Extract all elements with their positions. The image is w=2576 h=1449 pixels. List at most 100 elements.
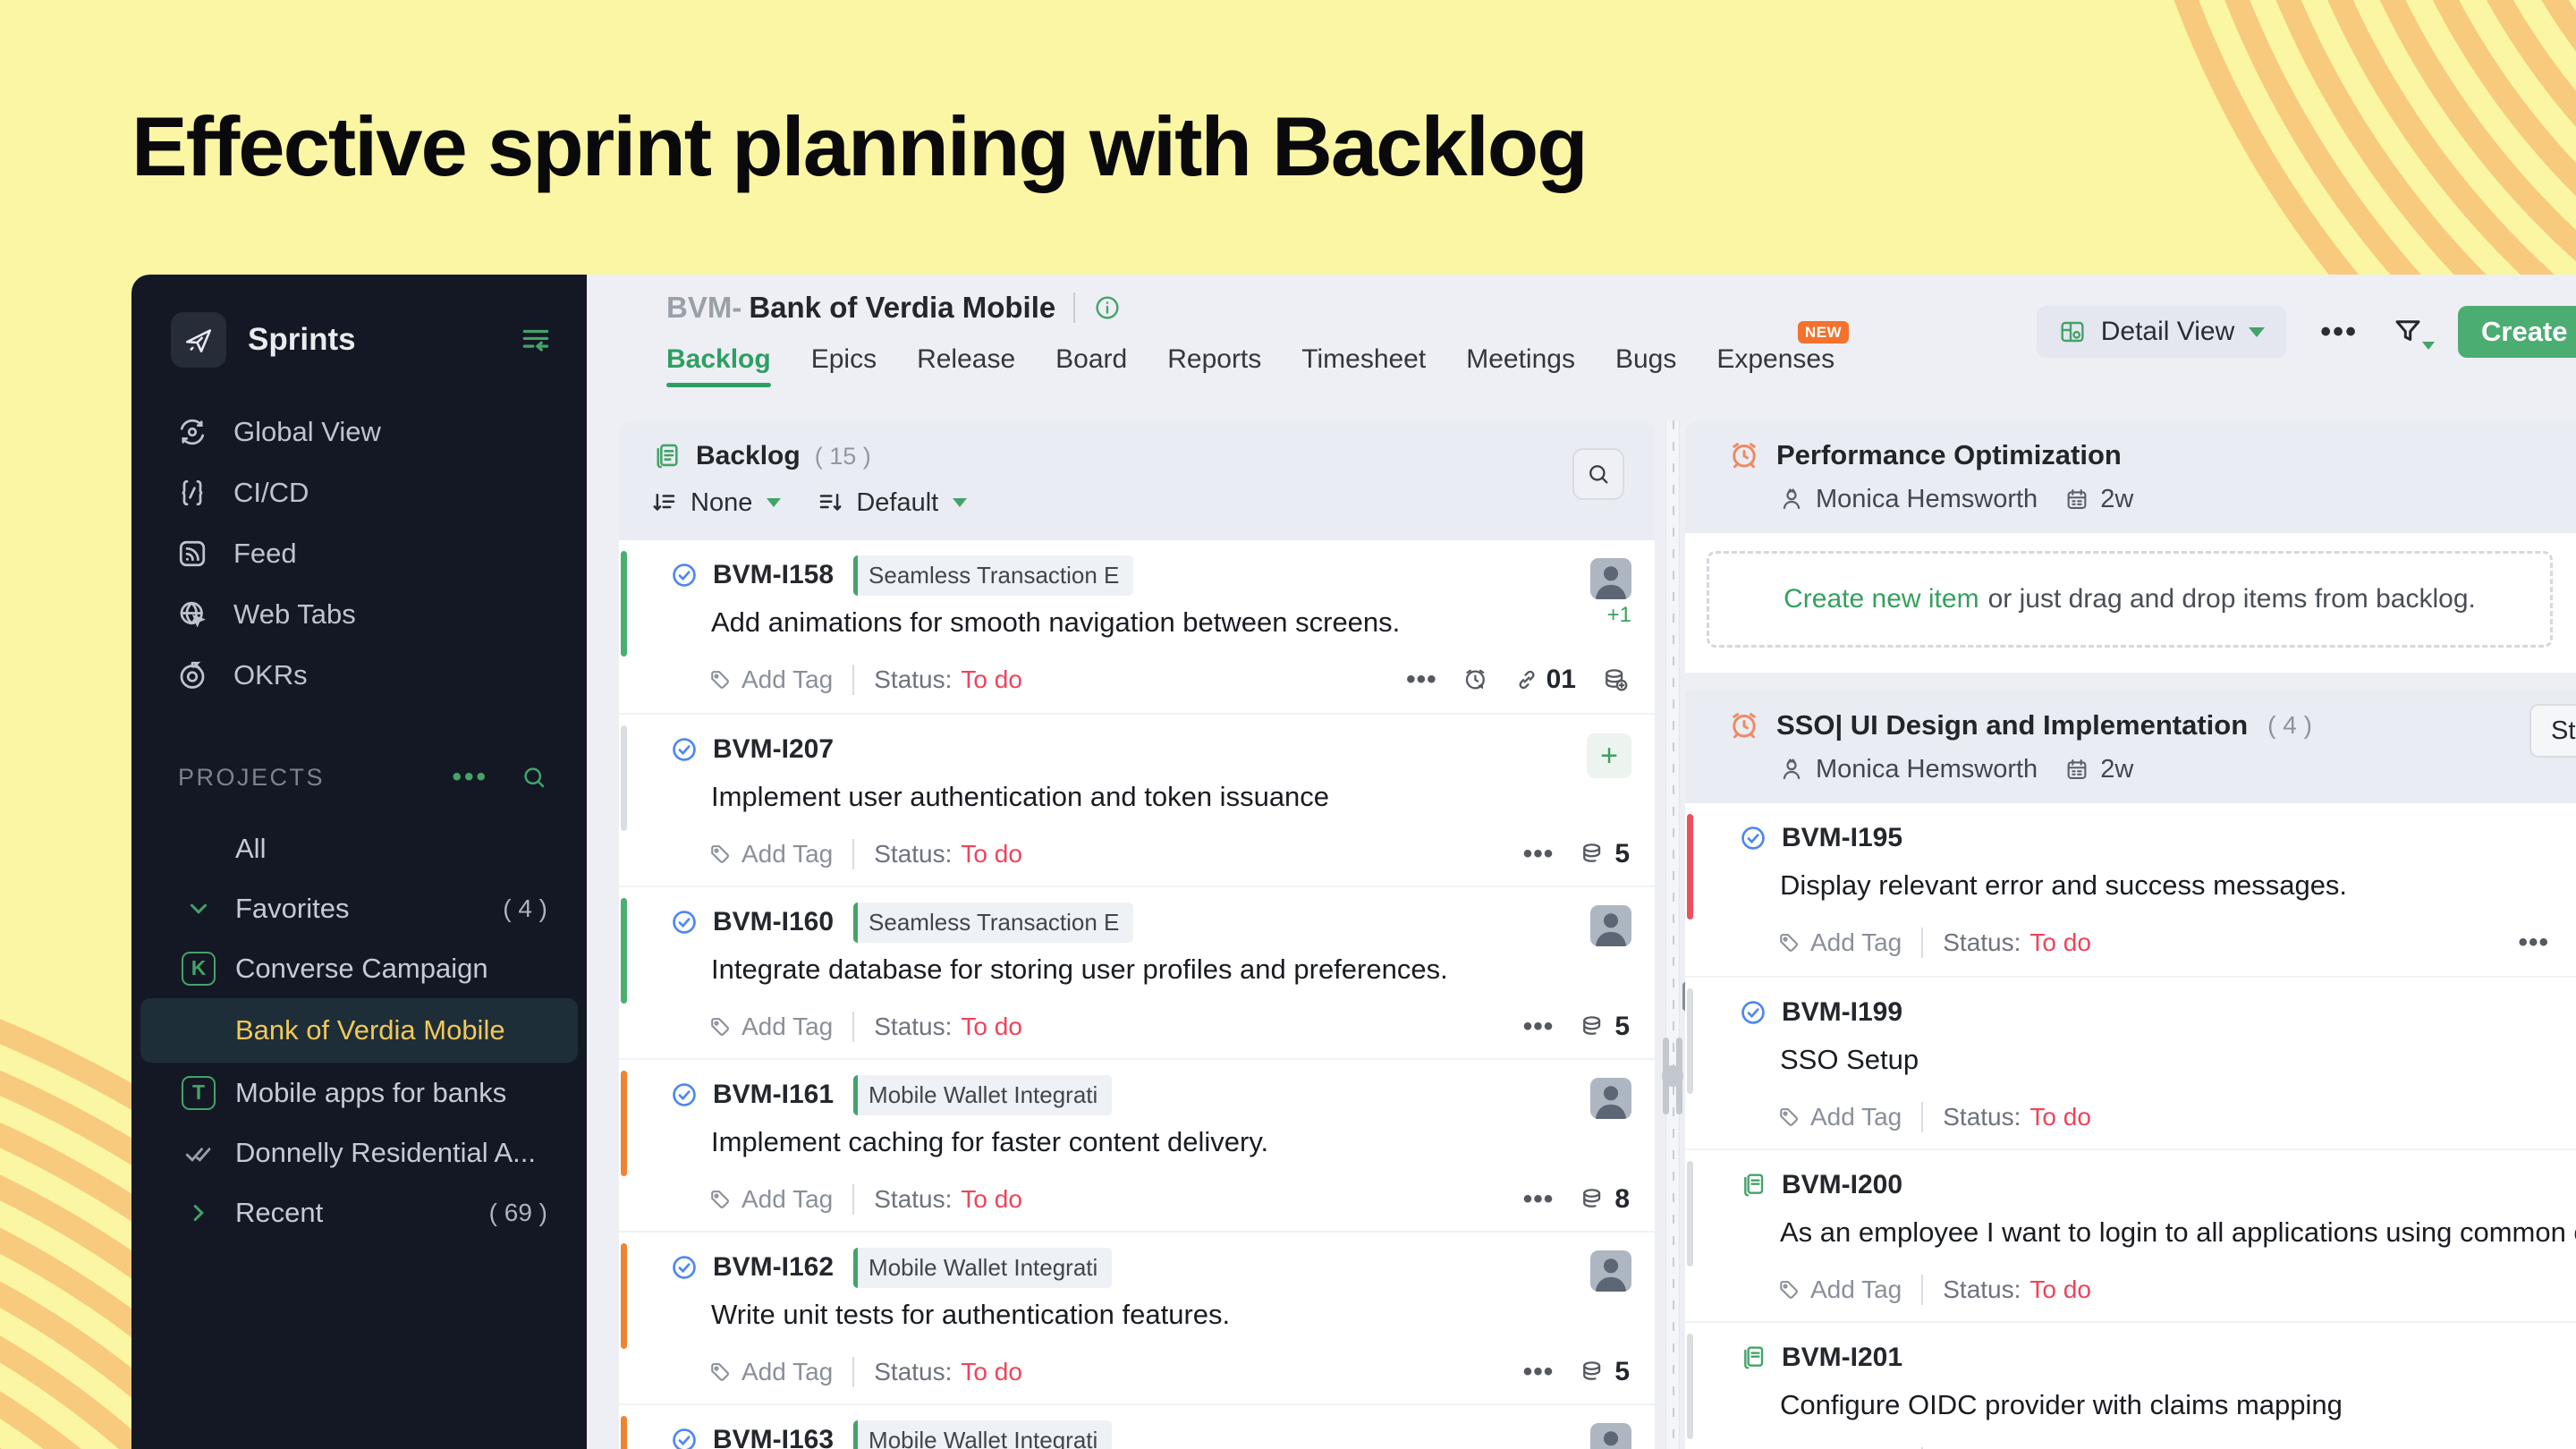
add-to-sprint-button[interactable]: + xyxy=(1587,733,1631,778)
status-value[interactable]: To do xyxy=(961,665,1022,694)
points[interactable] xyxy=(1601,665,1630,694)
item-title[interactable]: SSO Setup xyxy=(1780,1044,2576,1076)
item-more-button[interactable]: ••• xyxy=(1523,839,1555,869)
epic-tag-chip[interactable]: Mobile Wallet Integrati xyxy=(853,1420,1112,1449)
collapse-sidebar-icon[interactable] xyxy=(519,323,553,357)
tab[interactable]: Release xyxy=(917,344,1015,375)
item-title[interactable]: Implement caching for faster content del… xyxy=(711,1126,1547,1158)
item-more-button[interactable]: ••• xyxy=(1523,1012,1555,1042)
add-tag-button[interactable]: Add Tag xyxy=(741,840,833,869)
points-value: 8 xyxy=(1614,1184,1630,1215)
points[interactable]: 8 xyxy=(1579,1184,1630,1215)
epic-tag-chip[interactable]: Mobile Wallet Integrati xyxy=(853,1075,1112,1115)
item-title[interactable]: Display relevant error and success messa… xyxy=(1780,869,2576,902)
avatar[interactable] xyxy=(1590,905,1631,946)
status-value[interactable]: To do xyxy=(2029,1275,2091,1304)
points[interactable]: 5 xyxy=(1579,1012,1630,1042)
status-value[interactable]: To do xyxy=(961,1358,1022,1386)
status-value[interactable]: To do xyxy=(2029,928,2091,957)
item-title[interactable]: As an employee I want to login to all ap… xyxy=(1780,1216,2576,1249)
sprint-item[interactable]: BVM-I195 Display relevant error and succ… xyxy=(1685,803,2576,976)
project-item-donnelly-residential[interactable]: Donnelly Residential A... xyxy=(131,1123,587,1182)
item-more-button[interactable]: ••• xyxy=(1523,1184,1555,1215)
sort-default-dropdown[interactable]: Default xyxy=(856,488,938,518)
add-tag-button[interactable]: Add Tag xyxy=(1810,1275,1902,1304)
avatar[interactable] xyxy=(1590,1078,1631,1119)
filter-button[interactable] xyxy=(2392,316,2424,348)
epic-tag-chip[interactable]: Mobile Wallet Integrati xyxy=(853,1248,1112,1288)
create-button[interactable]: Create xyxy=(2458,306,2576,358)
link-count[interactable]: 01 xyxy=(1514,665,1576,695)
sidebar-item-okrs[interactable]: OKRs xyxy=(131,645,587,706)
points[interactable]: 5 xyxy=(1579,839,1630,869)
points[interactable]: 5 xyxy=(1579,1357,1630,1387)
tab[interactable]: Reports xyxy=(1167,344,1261,375)
info-icon[interactable] xyxy=(1093,293,1122,322)
status-value[interactable]: To do xyxy=(961,1013,1022,1041)
backlog-search-button[interactable] xyxy=(1572,448,1624,500)
status-value[interactable]: To do xyxy=(961,840,1022,869)
start-sprint-button[interactable]: St xyxy=(2529,704,2576,758)
backlog-item[interactable]: BVM-I163 Mobile Wallet Integrati xyxy=(619,1403,1655,1449)
add-tag-button[interactable]: Add Tag xyxy=(1810,1103,1902,1131)
meta-separator xyxy=(1921,1102,1923,1132)
tab[interactable]: Bugs xyxy=(1615,344,1676,375)
sidebar-item-global-view[interactable]: Global View xyxy=(131,402,587,462)
projects-search-icon[interactable] xyxy=(521,764,547,791)
sidebar-item-feed[interactable]: Feed xyxy=(131,523,587,584)
backlog-item[interactable]: BVM-I162 Mobile Wallet Integrati Write u… xyxy=(619,1231,1655,1403)
project-item-bank-of-verdia-mobile[interactable]: Bank of Verdia Mobile xyxy=(140,998,578,1063)
sidebar-item-web-tabs[interactable]: Web Tabs xyxy=(131,584,587,645)
add-tag-button[interactable]: Add Tag xyxy=(741,1358,833,1386)
backlog-item[interactable]: BVM-I160 Seamless Transaction E Integrat… xyxy=(619,886,1655,1058)
tab[interactable]: Meetings xyxy=(1466,344,1575,375)
item-title[interactable]: Integrate database for storing user prof… xyxy=(711,953,1547,986)
sprint-item[interactable]: BVM-I200 As an employee I want to login … xyxy=(1685,1148,2576,1321)
item-title[interactable]: Implement user authentication and token … xyxy=(711,781,1547,813)
avatar-overflow-count[interactable]: +1 xyxy=(1607,603,1631,628)
add-tag-button[interactable]: Add Tag xyxy=(741,665,833,694)
project-item-favorites[interactable]: Favorites ( 4 ) xyxy=(131,878,587,938)
tab[interactable]: Backlog xyxy=(666,344,771,375)
sprint-item[interactable]: BVM-I199 SSO Setup Add Tag Status: To do xyxy=(1685,976,2576,1148)
status-value[interactable]: To do xyxy=(961,1185,1022,1214)
project-item-recent[interactable]: Recent ( 69 ) xyxy=(131,1182,587,1242)
backlog-item[interactable]: BVM-I158 Seamless Transaction E Add anim… xyxy=(619,540,1655,713)
status-value[interactable]: To do xyxy=(2029,1103,2091,1131)
item-more-button[interactable]: ••• xyxy=(1406,665,1437,695)
sprint-items: BVM-I195 Display relevant error and succ… xyxy=(1685,803,2576,1449)
avatar[interactable] xyxy=(1590,1423,1631,1449)
sprint-item[interactable]: BVM-I201 Configure OIDC provider with cl… xyxy=(1685,1321,2576,1449)
sprints-logo[interactable] xyxy=(171,312,226,368)
add-tag-button[interactable]: Add Tag xyxy=(741,1185,833,1214)
tab[interactable]: Epics xyxy=(811,344,877,375)
item-title[interactable]: Add animations for smooth navigation bet… xyxy=(711,606,1547,639)
add-tag-button[interactable]: Add Tag xyxy=(1810,928,1902,957)
backlog-item[interactable]: BVM-I207 Implement user authentication a… xyxy=(619,713,1655,886)
more-options-button[interactable]: ••• xyxy=(2320,315,2358,350)
tab[interactable]: Expenses NEW xyxy=(1716,344,1835,375)
item-title[interactable]: Configure OIDC provider with claims mapp… xyxy=(1780,1389,2576,1421)
sort-none-dropdown[interactable]: None xyxy=(691,488,752,518)
avatar[interactable] xyxy=(1590,558,1631,599)
project-item-all[interactable]: All xyxy=(131,818,587,878)
tab[interactable]: Board xyxy=(1055,344,1127,375)
item-title[interactable]: Write unit tests for authentication feat… xyxy=(711,1299,1547,1331)
epic-tag-chip[interactable]: Seamless Transaction E xyxy=(853,555,1133,596)
projects-more-button[interactable]: ••• xyxy=(452,762,488,792)
create-new-item-link[interactable]: Create new item xyxy=(1784,584,1979,614)
add-tag-button[interactable]: Add Tag xyxy=(741,1013,833,1041)
tab[interactable]: Timesheet xyxy=(1301,344,1426,375)
sidebar-item-cicd[interactable]: CI/CD xyxy=(131,462,587,523)
sprint-dropzone[interactable]: Create new item or just drag and drop it… xyxy=(1707,551,2553,648)
epic-tag-chip[interactable]: Seamless Transaction E xyxy=(853,902,1133,943)
item-more-button[interactable]: ••• xyxy=(2518,928,2549,958)
project-item-converse-campaign[interactable]: K Converse Campaign xyxy=(131,938,587,998)
item-more-button[interactable]: ••• xyxy=(1523,1357,1555,1387)
panel-divider[interactable] xyxy=(1665,420,1680,1449)
reminder-icon[interactable] xyxy=(1462,666,1489,693)
detail-view-button[interactable]: Detail View xyxy=(2037,306,2287,358)
backlog-item[interactable]: BVM-I161 Mobile Wallet Integrati Impleme… xyxy=(619,1058,1655,1231)
project-item-mobile-apps-for-banks[interactable]: T Mobile apps for banks xyxy=(131,1063,587,1123)
avatar[interactable] xyxy=(1590,1250,1631,1292)
